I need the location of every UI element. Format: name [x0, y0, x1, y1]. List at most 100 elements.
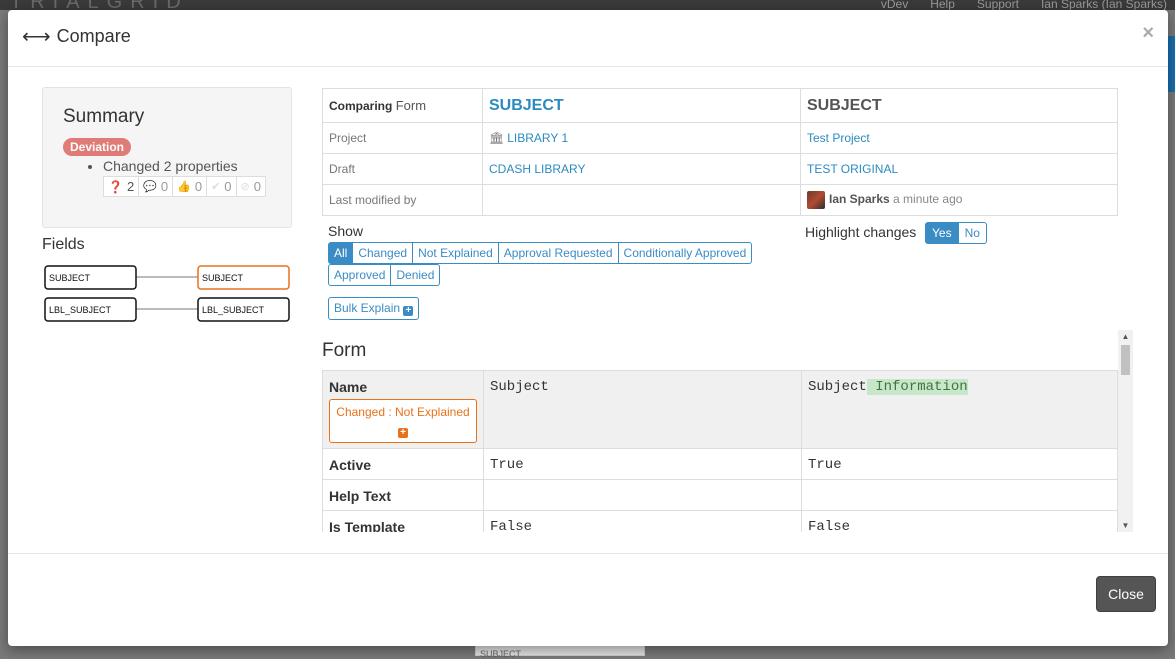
field-label: SUBJECT — [202, 273, 244, 283]
property-left-value: True — [483, 448, 802, 480]
count-value: 2 — [126, 179, 135, 194]
property-right-value: False — [801, 510, 1118, 532]
filter-approval-requested[interactable]: Approval Requested — [497, 242, 619, 264]
filter-changed[interactable]: Changed — [352, 242, 414, 264]
draft-label: Draft — [322, 153, 483, 185]
right-draft-cell: TEST ORIGINAL — [800, 153, 1118, 185]
property-row-is-template: Is Template False False — [322, 510, 1118, 532]
scroll-down-icon[interactable]: ▼ — [1118, 519, 1133, 532]
summary-list: Changed 2 properties — [63, 158, 271, 174]
right-draft-link[interactable]: TEST ORIGINAL — [807, 162, 898, 176]
form-section-title: Form — [322, 340, 367, 361]
fields-diagram: SUBJECT SUBJECT LBL_SUBJECT LBL_SUBJECT — [44, 265, 290, 322]
count-comment: 💬 0 — [138, 176, 174, 197]
property-right-value — [801, 479, 1118, 511]
draft-row: Draft CDASH LIBRARY TEST ORIGINAL — [322, 153, 1118, 185]
close-button[interactable]: Close — [1096, 576, 1156, 612]
comparing-bold: Comparing — [329, 99, 393, 113]
count-value: 0 — [160, 179, 169, 194]
filter-approved[interactable]: Approved — [328, 264, 392, 286]
project-row: Project 🏛 LIBRARY 1 Test Project — [322, 122, 1118, 154]
compare-modal: ⟷ Compare × Summary Deviation Changed 2 … — [8, 10, 1168, 646]
close-icon[interactable]: × — [1142, 22, 1154, 45]
avatar — [807, 191, 825, 209]
bulk-explain-button[interactable]: Bulk Explain + — [328, 297, 420, 320]
summary-change-text: Changed 2 properties — [103, 158, 271, 174]
right-project-link[interactable]: Test Project — [807, 131, 870, 145]
right-project-cell: Test Project — [800, 122, 1118, 154]
comparing-label: Comparing Form — [322, 88, 483, 123]
filter-all[interactable]: All — [328, 242, 354, 264]
property-row-active: Active True True — [322, 448, 1118, 480]
modal-footer: Close — [8, 553, 1168, 646]
left-form-link[interactable]: SUBJECT — [489, 97, 564, 114]
highlight-no-button[interactable]: No — [957, 222, 987, 244]
left-draft-link[interactable]: CDASH LIBRARY — [489, 162, 585, 176]
summary-panel: Summary Deviation Changed 2 properties ❓… — [42, 87, 292, 228]
compare-title-row: Comparing Form SUBJECT SUBJECT — [322, 88, 1118, 123]
right-last-modified-cell: Ian Sparks a minute ago — [800, 184, 1118, 216]
modal-title: ⟷ Compare — [22, 26, 131, 47]
comparing-type: Form — [395, 98, 427, 113]
nav-support: Support — [976, 0, 1019, 10]
right-value-text: Subject — [808, 379, 867, 395]
count-check: ✔ 0 — [206, 176, 237, 197]
left-project-link[interactable]: LIBRARY 1 — [507, 131, 568, 145]
thumbs-up-icon: 👍 — [177, 181, 191, 193]
count-question: ❓ 2 — [103, 176, 140, 197]
field-label: SUBJECT — [49, 273, 91, 283]
field-left-subject[interactable]: SUBJECT — [44, 265, 137, 290]
count-value: 0 — [194, 179, 203, 194]
deviation-badge: Deviation — [63, 138, 132, 156]
changed-not-explained-button[interactable]: Changed : Not Explained + — [329, 399, 477, 443]
highlight-changes-label: Highlight changes — [805, 224, 917, 240]
modified-ago: a minute ago — [893, 192, 963, 207]
count-value: 0 — [224, 179, 232, 194]
field-right-subject[interactable]: SUBJECT — [197, 265, 290, 290]
left-draft-cell: CDASH LIBRARY — [482, 153, 801, 185]
count-thumbs-up: 👍 0 — [172, 176, 208, 197]
count-ban: ⊘ 0 — [235, 176, 266, 197]
property-left-value: False — [483, 510, 802, 532]
background-nav-links: vDev Help Support Ian Sparks (Ian Sparks… — [881, 0, 1167, 10]
property-key: Help Text — [322, 479, 484, 511]
show-filter-group: All Changed Not Explained Approval Reque… — [328, 242, 778, 286]
field-right-lbl-subject[interactable]: LBL_SUBJECT — [197, 297, 290, 322]
vertical-scrollbar[interactable]: ▲ ▼ — [1118, 330, 1133, 532]
filter-row-1: All Changed Not Explained Approval Reque… — [328, 242, 753, 264]
left-last-modified-cell — [482, 184, 801, 216]
filter-not-explained[interactable]: Not Explained — [412, 242, 499, 264]
comparison-scroll-area[interactable]: Form Name Changed : Not Explained + Subj… — [322, 330, 1133, 532]
summary-counts: ❓ 2 💬 0 👍 0 ✔ 0 ⊘ 0 — [103, 176, 271, 197]
property-key: Active — [322, 448, 484, 480]
property-right-value: True — [801, 448, 1118, 480]
background-navbar: TRIALGRID vDev Help Support Ian Sparks (… — [0, 0, 1175, 10]
highlight-toggle: Yes No — [925, 222, 987, 244]
background-cell-text: SUBJECT — [480, 649, 522, 659]
property-key: Is Template — [322, 510, 484, 532]
plus-square-icon: + — [398, 428, 408, 438]
compare-header-table: Comparing Form SUBJECT SUBJECT Project 🏛… — [322, 88, 1118, 216]
property-left-value — [483, 479, 802, 511]
last-modified-row: Last modified by Ian Sparks a minute ago — [322, 184, 1118, 216]
right-form-name: SUBJECT — [807, 96, 882, 114]
check-icon: ✔ — [211, 181, 221, 193]
bulk-explain-label: Bulk Explain — [334, 301, 401, 315]
property-key: Name Changed : Not Explained + — [322, 370, 484, 449]
field-left-lbl-subject[interactable]: LBL_SUBJECT — [44, 297, 137, 322]
changed-badge-label: Changed : Not Explained — [336, 405, 470, 419]
highlight-yes-button[interactable]: Yes — [925, 222, 959, 244]
library-icon: 🏛 — [489, 131, 505, 145]
nav-help: Help — [930, 0, 955, 10]
scrollbar-thumb[interactable] — [1121, 345, 1130, 375]
property-row-name: Name Changed : Not Explained + Subject S… — [322, 370, 1118, 449]
filter-conditionally-approved[interactable]: Conditionally Approved — [617, 242, 753, 264]
right-form-cell: SUBJECT — [800, 88, 1118, 123]
last-modified-label: Last modified by — [322, 184, 483, 216]
summary-title: Summary — [63, 106, 145, 127]
user-name: Ian Sparks — [829, 192, 890, 207]
scroll-up-icon[interactable]: ▲ — [1118, 330, 1133, 343]
arrows-horizontal-icon: ⟷ — [22, 25, 51, 48]
filter-denied[interactable]: Denied — [390, 264, 441, 286]
question-icon: ❓ — [108, 179, 123, 194]
